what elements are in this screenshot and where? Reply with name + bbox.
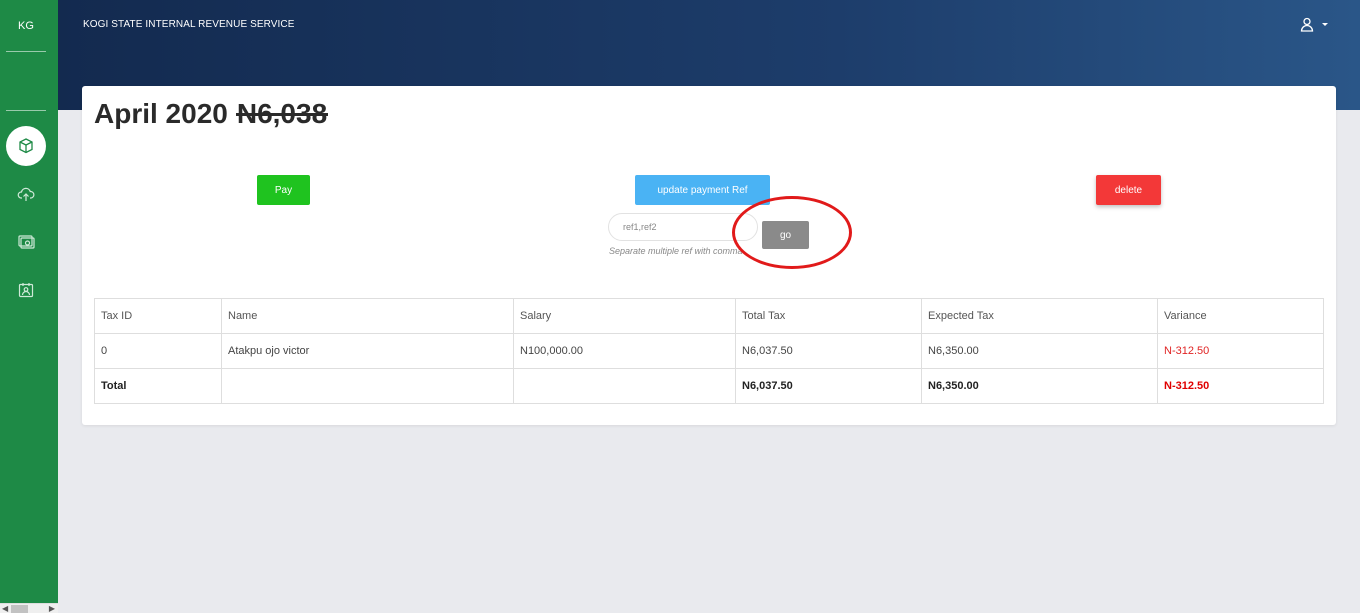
table-cell	[513, 368, 736, 404]
sidebar-item-dashboard[interactable]	[6, 126, 46, 166]
horizontal-scrollbar[interactable]: ◀ ▶	[0, 603, 58, 613]
table-cell: N-312.50	[1157, 368, 1324, 404]
main-card: April 2020 N6,038 Pay update payment Ref…	[82, 86, 1336, 425]
column-header: Total Tax	[735, 298, 922, 334]
go-button[interactable]: go	[762, 221, 809, 249]
scroll-left-icon[interactable]: ◀	[2, 604, 8, 613]
table-cell: N6,350.00	[921, 333, 1158, 369]
calendar-user-icon	[18, 283, 34, 298]
table-row: 0 Atakpu ojo victor N100,000.00 N6,037.5…	[94, 333, 1324, 369]
sidebar-item-upload[interactable]	[6, 174, 46, 214]
column-header: Expected Tax	[921, 298, 1158, 334]
table-cell: N-312.50	[1157, 333, 1324, 369]
table-cell: 0	[94, 333, 222, 369]
user-icon	[1300, 17, 1314, 32]
period-label: April 2020	[94, 98, 228, 129]
org-name: KOGI STATE INTERNAL REVENUE SERVICE	[83, 19, 295, 30]
tax-table: Tax ID Name Salary Total Tax Expected Ta…	[94, 298, 1324, 404]
column-header: Name	[221, 298, 514, 334]
cube-icon	[19, 138, 33, 154]
chevron-down-icon	[1322, 23, 1328, 26]
sidebar-divider	[6, 110, 46, 111]
scrollbar-thumb[interactable]	[11, 605, 28, 613]
table-total-row: Total N6,037.50 N6,350.00 N-312.50	[94, 368, 1324, 404]
column-header: Salary	[513, 298, 736, 334]
table-cell: Atakpu ojo victor	[221, 333, 514, 369]
table-cell: N100,000.00	[513, 333, 736, 369]
table-cell: Total	[94, 368, 222, 404]
column-header: Tax ID	[94, 298, 222, 334]
cloud-upload-icon	[17, 187, 35, 201]
ref-hint: Separate multiple ref with comma	[609, 246, 743, 256]
pay-button[interactable]: Pay	[257, 175, 310, 205]
sidebar: KG	[0, 0, 58, 613]
user-menu[interactable]	[1300, 17, 1328, 32]
column-header: Variance	[1157, 298, 1324, 334]
money-bill-icon	[18, 235, 35, 249]
table-header-row: Tax ID Name Salary Total Tax Expected Ta…	[94, 298, 1324, 334]
table-cell: N6,350.00	[921, 368, 1158, 404]
delete-button[interactable]: delete	[1096, 175, 1161, 205]
table-cell: N6,037.50	[735, 368, 922, 404]
payment-ref-input[interactable]	[608, 213, 758, 241]
sidebar-item-payments[interactable]	[6, 222, 46, 262]
table-cell: N6,037.50	[735, 333, 922, 369]
scroll-right-icon[interactable]: ▶	[49, 604, 55, 613]
brand-logo[interactable]: KG	[0, 20, 52, 32]
update-payment-ref-button[interactable]: update payment Ref	[635, 175, 770, 205]
total-amount: N6,038	[235, 98, 329, 129]
sidebar-divider	[6, 51, 46, 52]
table-cell	[221, 368, 514, 404]
page-title: April 2020 N6,038	[94, 98, 329, 130]
sidebar-item-employees[interactable]	[6, 270, 46, 310]
